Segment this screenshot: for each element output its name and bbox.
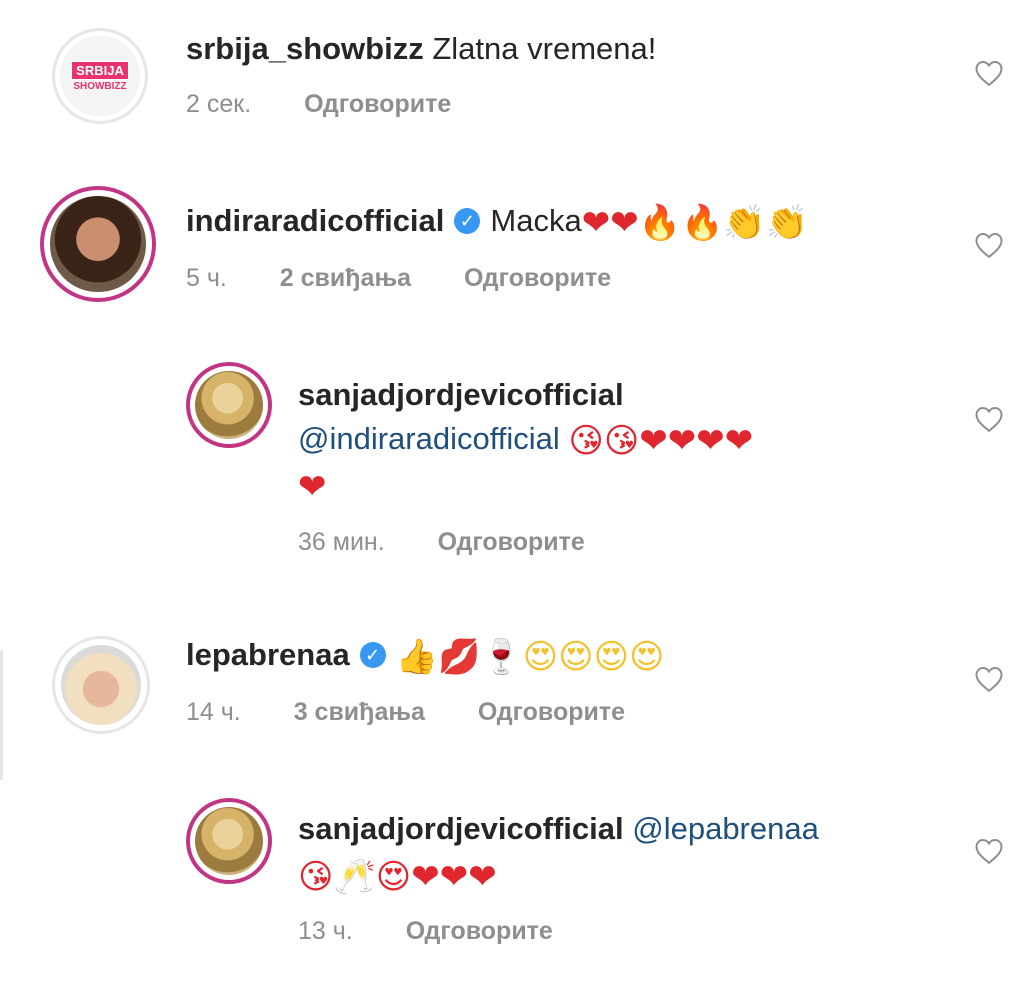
likes-count[interactable]: 3 свиђања <box>294 698 425 726</box>
comment-emojis-continued: ❤ <box>298 466 327 507</box>
reply-button[interactable]: Одговорите <box>438 528 585 556</box>
avatar[interactable] <box>52 636 150 734</box>
avatar-image <box>194 806 264 876</box>
comment-indiraradicofficial: indiraradicofficial ✓ Macka❤❤🔥🔥👏👏 5 ч. 2 с… <box>0 160 1024 340</box>
username-link[interactable]: sanjadjordjevicofficial <box>298 377 624 412</box>
username-link[interactable]: indiraradicofficial <box>186 203 444 238</box>
heart-outline-icon[interactable] <box>972 662 1006 696</box>
avatar[interactable] <box>40 186 156 302</box>
comment-emojis: 👍💋🍷😍😍😍😍 <box>395 636 665 677</box>
comment-text-line-2: 😘🥂😍❤❤❤ <box>298 856 497 896</box>
avatar-logo-subtext: SHOWBIZZ <box>73 80 127 92</box>
comment-meta: 13 ч. Одговорите <box>298 916 599 946</box>
avatar[interactable]: SRBIJA SHOWBIZZ <box>52 28 148 124</box>
comment-meta: 5 ч. 2 свиђања Одговорите <box>186 263 657 293</box>
scroll-edge <box>0 650 3 780</box>
avatar[interactable] <box>186 798 272 884</box>
mention-link[interactable]: @lepabrenaa <box>632 811 819 846</box>
avatar-image <box>50 196 146 292</box>
comment-meta: 2 сек. Одговорите <box>186 89 497 119</box>
username-link[interactable]: lepabrenaa <box>186 637 350 672</box>
heart-outline-icon[interactable] <box>972 402 1006 436</box>
reply-sanjadjordjevicofficial-1: sanjadjordjevicofficial @indiraradicoffi… <box>0 340 1024 590</box>
comment-text-line: lepabrenaa ✓ 👍💋🍷😍😍😍😍 <box>186 636 664 676</box>
verified-badge-icon: ✓ <box>359 641 386 668</box>
avatar-image: SRBIJA SHOWBIZZ <box>60 36 140 116</box>
avatar[interactable] <box>186 362 272 448</box>
reply-button[interactable]: Одговорите <box>406 917 553 945</box>
comment-emojis: 😘😘❤❤❤❤ <box>568 420 754 461</box>
comment-lepabrenaa: lepabrenaa ✓ 👍💋🍷😍😍😍😍 14 ч. 3 свиђања Одгов… <box>0 590 1024 780</box>
comment-text: Zlatna vremena! <box>432 31 657 66</box>
mention-link[interactable]: @indiraradicofficial <box>298 421 560 456</box>
reply-button[interactable]: Одговорите <box>464 264 611 292</box>
likes-count[interactable]: 2 свиђања <box>280 264 411 292</box>
timestamp: 36 мин. <box>298 528 385 556</box>
avatar-image <box>60 644 142 726</box>
avatar-image <box>194 370 264 440</box>
heart-outline-icon[interactable] <box>972 228 1006 262</box>
comment-text-line: srbija_showbizz Zlatna vremena! <box>186 30 656 68</box>
timestamp: 14 ч. <box>186 698 241 726</box>
reply-sanjadjordjevicofficial-2: sanjadjordjevicofficial @lepabrenaa 😘🥂😍❤… <box>0 780 1024 986</box>
username-link[interactable]: srbija_showbizz <box>186 31 424 66</box>
comment-text: Macka <box>490 203 582 238</box>
timestamp: 13 ч. <box>298 917 353 945</box>
comment-meta: 14 ч. 3 свиђања Одговорите <box>186 697 671 727</box>
comment-meta: 36 мин. Одговорите <box>298 527 631 557</box>
reply-button[interactable]: Одговорите <box>478 698 625 726</box>
comment-text-line-3: ❤ <box>298 466 327 506</box>
comment-text-line: sanjadjordjevicofficial @lepabrenaa <box>298 810 819 848</box>
timestamp: 5 ч. <box>186 264 227 292</box>
heart-outline-icon[interactable] <box>972 56 1006 90</box>
comment-emojis: ❤❤🔥🔥👏👏 <box>581 202 809 243</box>
comment-emojis: 😘🥂😍❤❤❤ <box>298 856 497 897</box>
comment-srbija-showbizz: SRBIJA SHOWBIZZ srbija_showbizz Zlatna v… <box>0 0 1024 160</box>
avatar-logo-text: SRBIJA <box>71 60 129 80</box>
verified-badge-icon: ✓ <box>454 207 481 234</box>
comment-text-line-2: @indiraradicofficial 😘😘❤❤❤❤ <box>298 420 753 460</box>
comment-text-line: indiraradicofficial ✓ Macka❤❤🔥🔥👏👏 <box>186 202 808 242</box>
timestamp: 2 сек. <box>186 90 252 118</box>
reply-button[interactable]: Одговорите <box>304 90 451 118</box>
comment-text-line: sanjadjordjevicofficial <box>298 376 624 414</box>
username-link[interactable]: sanjadjordjevicofficial <box>298 811 624 846</box>
heart-outline-icon[interactable] <box>972 834 1006 868</box>
